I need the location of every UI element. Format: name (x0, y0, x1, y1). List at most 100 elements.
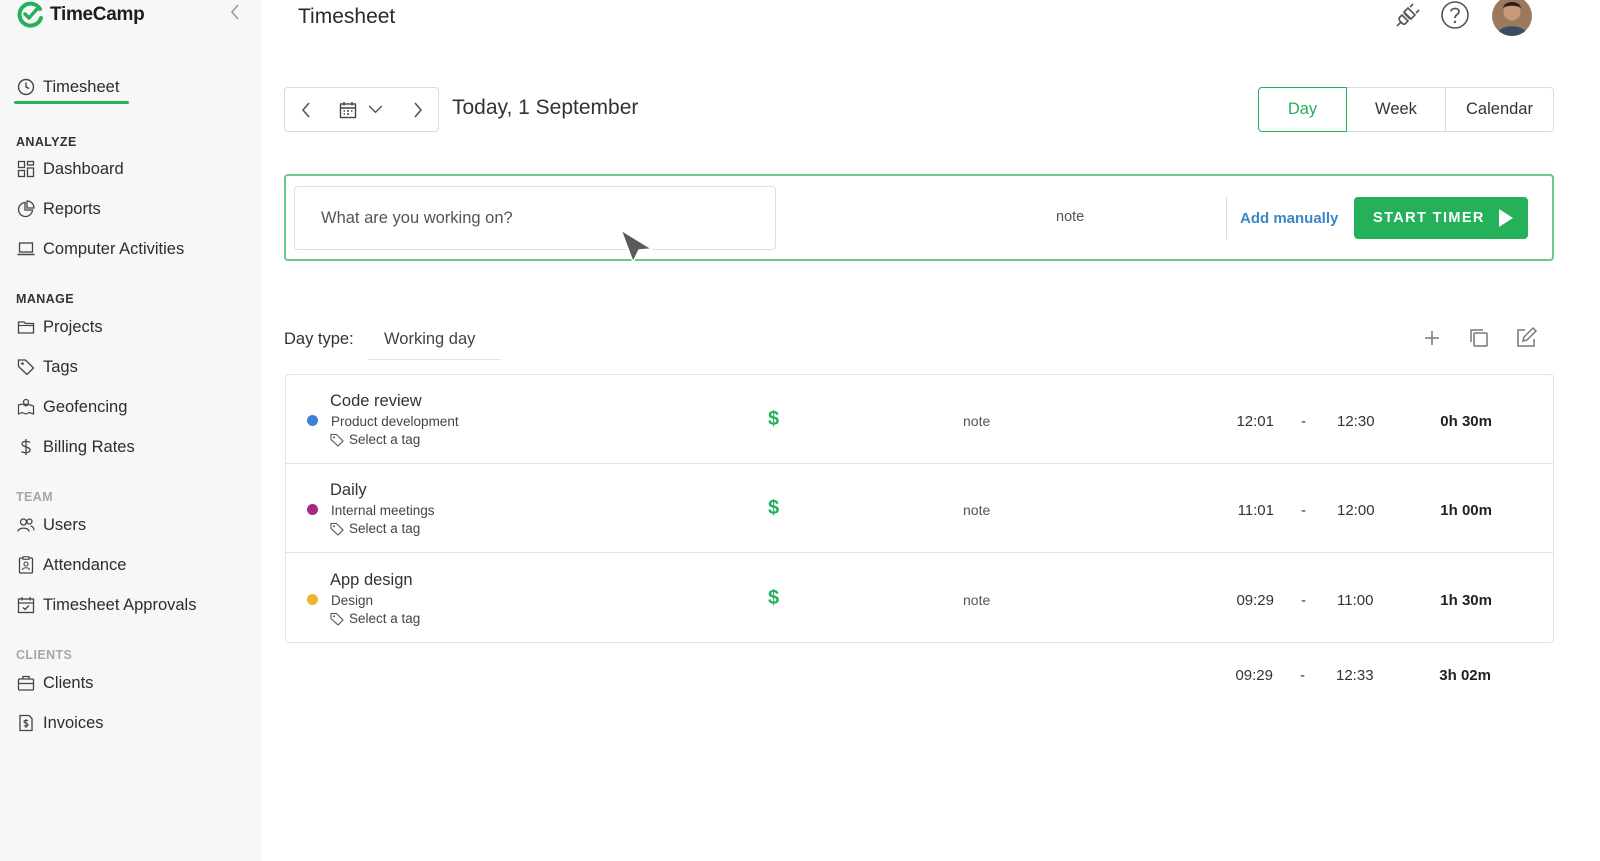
view-switch: Day Week Calendar (1258, 87, 1554, 132)
time-entry-row[interactable]: Code review Product development Select a… (286, 375, 1553, 464)
sidebar-item-invoices[interactable]: Invoices (16, 711, 104, 735)
add-entry-icon[interactable] (1420, 326, 1444, 350)
select-tag-label: Select a tag (349, 432, 421, 447)
total-end-time: 12:33 (1336, 667, 1374, 684)
add-manually-link[interactable]: Add manually (1240, 210, 1338, 227)
time-entry-row[interactable]: Daily Internal meetings Select a tag $ n… (286, 464, 1553, 553)
view-day-button[interactable]: Day (1258, 87, 1347, 132)
chevron-right-icon (413, 101, 422, 118)
sidebar-item-label: Attendance (43, 555, 127, 574)
entry-title: Code review (330, 392, 422, 410)
total-duration: 3h 02m (1439, 667, 1491, 684)
entry-project[interactable]: Product development (331, 414, 459, 429)
time-separator: - (1301, 413, 1306, 430)
entry-title: Daily (330, 481, 367, 499)
tag-icon (16, 358, 35, 377)
play-icon (1499, 209, 1513, 227)
time-separator: - (1300, 667, 1305, 684)
tag-icon (330, 612, 344, 626)
sidebar-item-users[interactable]: Users (16, 513, 86, 537)
sidebar-item-label: Billing Rates (43, 437, 135, 456)
tag-icon (330, 433, 344, 447)
sidebar-item-reports[interactable]: Reports (16, 197, 101, 221)
select-tag-button[interactable]: Select a tag (330, 432, 420, 447)
select-tag-button[interactable]: Select a tag (330, 521, 420, 536)
entry-end-time[interactable]: 12:00 (1337, 502, 1375, 519)
sidebar-item-projects[interactable]: Projects (16, 315, 103, 339)
date-picker-button[interactable] (326, 87, 398, 132)
view-calendar-button[interactable]: Calendar (1446, 87, 1554, 132)
folder-icon (16, 318, 35, 337)
invoice-icon (16, 714, 35, 733)
billable-dollar-icon[interactable]: $ (768, 587, 779, 610)
entry-project[interactable]: Internal meetings (331, 503, 435, 518)
plug-icon[interactable] (1393, 0, 1423, 30)
collapse-sidebar-icon[interactable] (227, 2, 243, 22)
chevron-down-icon (368, 105, 383, 114)
totals-row: 09:29 - 12:33 3h 02m (285, 664, 1554, 688)
entry-end-time[interactable]: 12:30 (1337, 413, 1375, 430)
sidebar-item-timesheet-approvals[interactable]: Timesheet Approvals (16, 593, 196, 617)
select-tag-label: Select a tag (349, 521, 421, 536)
entry-duration[interactable]: 1h 30m (1416, 592, 1492, 609)
copy-icon[interactable] (1467, 326, 1491, 350)
time-entries-list: Code review Product development Select a… (285, 374, 1554, 643)
entry-duration[interactable]: 0h 30m (1416, 413, 1492, 430)
entry-start-time[interactable]: 11:01 (1214, 502, 1274, 519)
sidebar-item-timesheet[interactable]: Timesheet (16, 75, 119, 99)
time-entry-row[interactable]: App design Design Select a tag $ note 09… (286, 554, 1553, 643)
start-timer-button[interactable]: START TIMER (1354, 197, 1528, 239)
map-pin-icon (16, 398, 35, 417)
day-type-select[interactable]: Working day (368, 322, 501, 360)
sidebar-item-dashboard[interactable]: Dashboard (16, 157, 124, 181)
timer-note-field[interactable]: note (1056, 209, 1084, 225)
avatar[interactable] (1492, 0, 1532, 36)
entry-title: App design (330, 571, 413, 589)
active-indicator (14, 101, 129, 104)
billable-dollar-icon[interactable]: $ (768, 408, 779, 431)
calendar-icon (339, 101, 357, 118)
dollar-icon (16, 438, 35, 457)
help-icon[interactable] (1440, 0, 1470, 30)
entry-note[interactable]: note (963, 502, 990, 518)
entry-duration[interactable]: 1h 00m (1416, 502, 1492, 519)
next-day-button[interactable] (397, 87, 439, 132)
task-input[interactable] (294, 186, 776, 250)
project-color-dot (307, 594, 318, 605)
sidebar-item-label: Clients (43, 673, 94, 692)
mouse-cursor-icon (620, 229, 653, 263)
sidebar-item-attendance[interactable]: Attendance (16, 553, 126, 577)
sidebar-item-label: Projects (43, 317, 103, 336)
time-separator: - (1301, 502, 1306, 519)
entry-start-time[interactable]: 09:29 (1214, 592, 1274, 609)
timecamp-logo-icon (17, 1, 43, 28)
prev-day-button[interactable] (284, 87, 327, 132)
chevron-left-icon (301, 101, 310, 118)
sidebar-item-geofencing[interactable]: Geofencing (16, 395, 127, 419)
clock-icon (16, 78, 35, 97)
select-tag-button[interactable]: Select a tag (330, 611, 420, 626)
start-timer-label: START TIMER (1373, 210, 1485, 226)
laptop-icon (16, 240, 35, 259)
entry-project[interactable]: Design (331, 593, 373, 608)
sidebar-item-billing-rates[interactable]: Billing Rates (16, 435, 135, 459)
app-logo[interactable]: TimeCamp (16, 0, 145, 30)
calendar-check-icon (16, 596, 35, 615)
billable-dollar-icon[interactable]: $ (768, 497, 779, 520)
sidebar-item-tags[interactable]: Tags (16, 355, 78, 379)
entry-end-time[interactable]: 11:00 (1337, 592, 1373, 609)
sidebar-item-clients[interactable]: Clients (16, 671, 93, 695)
view-week-button[interactable]: Week (1347, 87, 1446, 132)
entry-note[interactable]: note (963, 592, 990, 608)
current-date-title: Today, 1 September (452, 96, 639, 119)
sidebar-item-label: Users (43, 515, 87, 534)
sidebar-item-computer-activities[interactable]: Computer Activities (16, 237, 184, 261)
edit-icon[interactable] (1514, 326, 1538, 350)
sidebar: TimeCamp Timesheet ANALYZE Dashboard Rep… (0, 0, 262, 861)
sidebar-item-label: Computer Activities (43, 239, 185, 258)
briefcase-icon (16, 674, 35, 693)
entry-start-time[interactable]: 12:01 (1214, 413, 1274, 430)
entry-note[interactable]: note (963, 413, 990, 429)
timer-bar: note Add manually START TIMER (284, 174, 1554, 261)
section-team: TEAM (16, 490, 54, 504)
